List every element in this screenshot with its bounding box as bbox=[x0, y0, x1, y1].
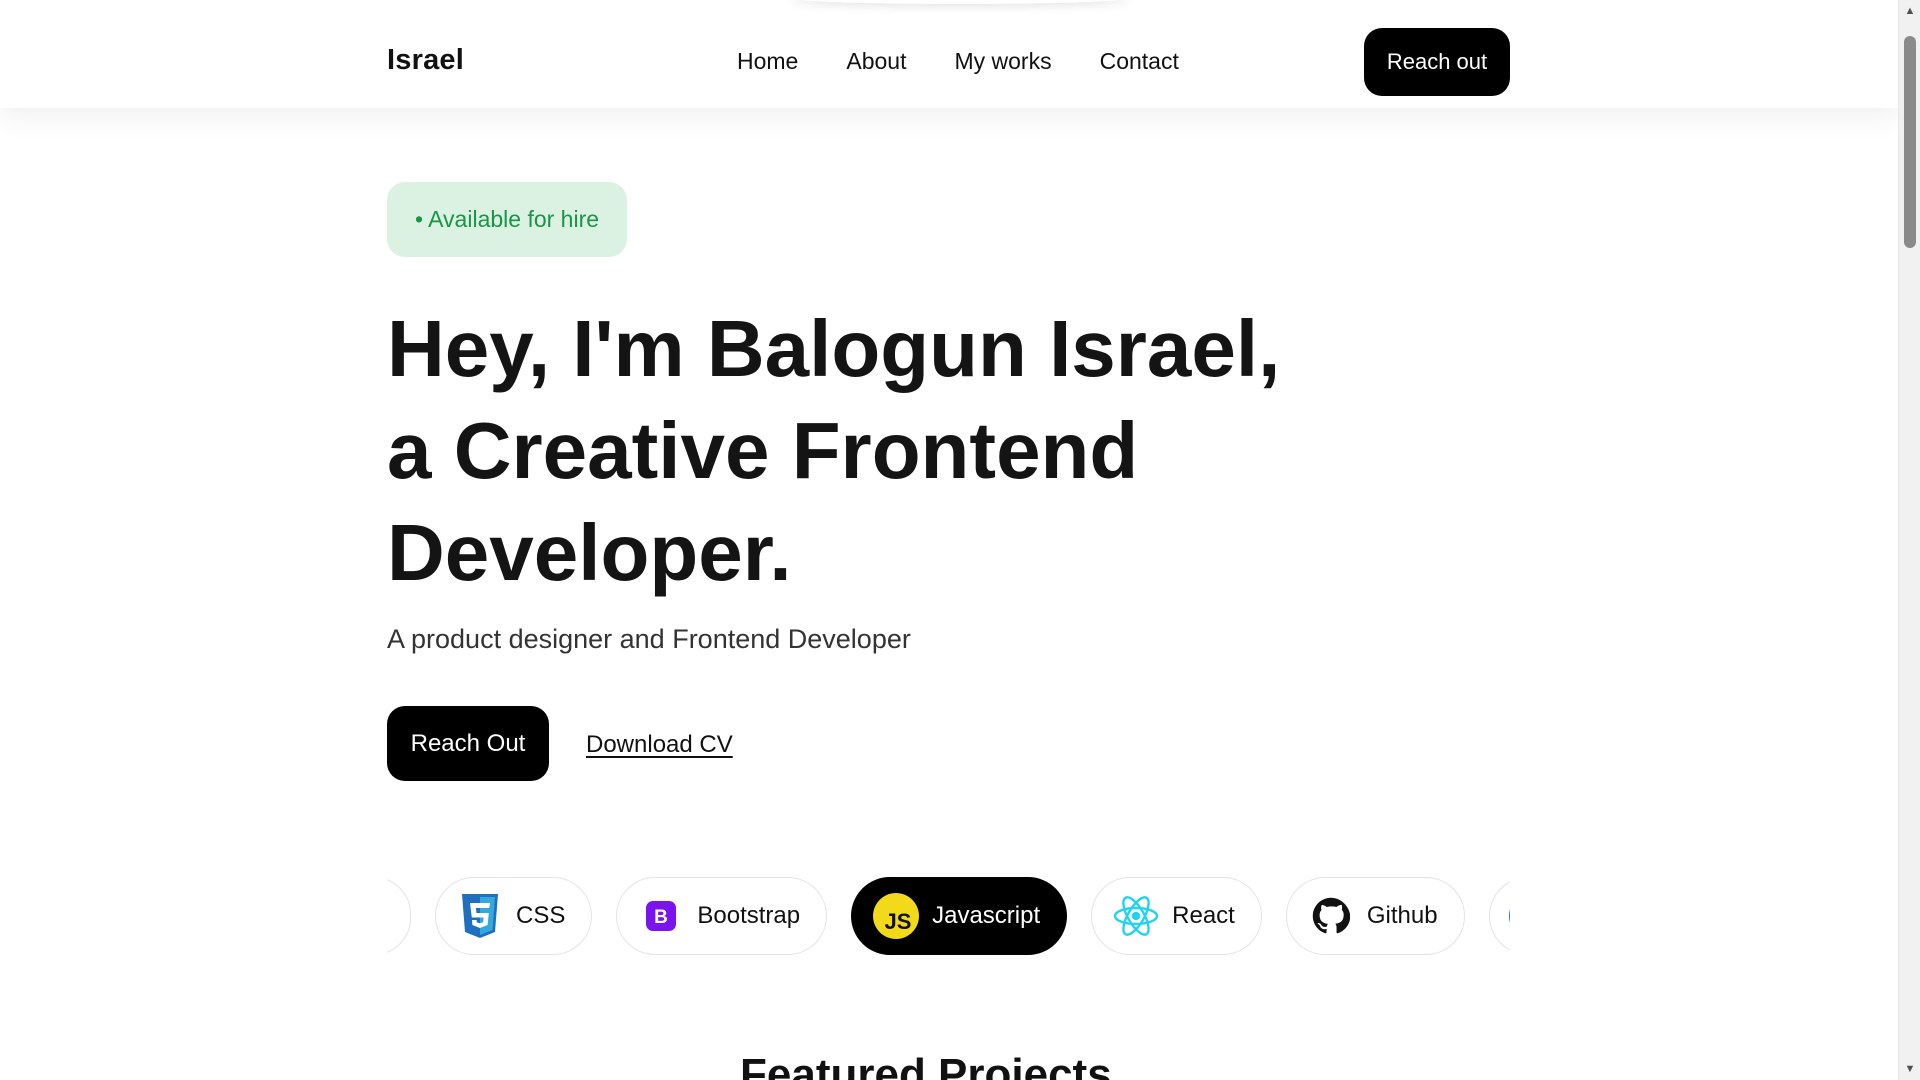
featured-projects-heading: Featured Projects bbox=[740, 1050, 1112, 1080]
hero-headline-line-3: Developer. bbox=[387, 508, 792, 597]
scroll-up-arrow-icon[interactable]: ▲ bbox=[1899, 2, 1920, 20]
download-cv-link[interactable]: Download CV bbox=[586, 731, 733, 759]
skill-pill-javascript[interactable]: JS Javascript bbox=[851, 877, 1068, 955]
availability-badge: • Available for hire bbox=[387, 182, 627, 257]
brand-logo-text[interactable]: Israel bbox=[387, 44, 464, 77]
header-shadow-decoration bbox=[790, 0, 1130, 4]
skill-label: Bootstrap bbox=[697, 902, 801, 929]
nav-link-contact[interactable]: Contact bbox=[1100, 48, 1179, 75]
skill-pill-html[interactable]: - bbox=[387, 877, 411, 955]
skill-label: React bbox=[1172, 902, 1235, 929]
svg-text:JS: JS bbox=[885, 909, 912, 934]
svg-text:B: B bbox=[654, 907, 668, 928]
nav-link-my-works[interactable]: My works bbox=[954, 48, 1051, 75]
hero-headline-line-2: a Creative Frontend bbox=[387, 406, 1139, 495]
javascript-icon: JS bbox=[872, 892, 920, 940]
skill-label: Github bbox=[1366, 902, 1438, 929]
skill-pill-css[interactable]: CSS bbox=[435, 877, 593, 955]
main-nav: Home About My works Contact bbox=[737, 48, 1179, 75]
top-navbar: Israel Home About My works Contact Reach… bbox=[0, 0, 1898, 108]
skill-pill-github[interactable]: Github bbox=[1285, 877, 1465, 955]
bootstrap-icon: B bbox=[637, 892, 685, 940]
skill-pill-typescript[interactable]: TS bbox=[1488, 877, 1510, 955]
css-icon bbox=[456, 892, 504, 940]
reach-out-button[interactable]: Reach Out bbox=[387, 706, 549, 781]
vertical-scrollbar[interactable]: ▲ ▼ bbox=[1898, 0, 1920, 1080]
hero-headline: Hey, I'm Balogun Israel, a Creative Fron… bbox=[387, 298, 1387, 604]
header-reach-out-button[interactable]: Reach out bbox=[1364, 28, 1510, 96]
skill-label: CSS bbox=[516, 902, 566, 929]
skill-pill-bootstrap[interactable]: B Bootstrap bbox=[616, 877, 828, 955]
scrollbar-thumb[interactable] bbox=[1904, 36, 1916, 248]
skills-track: - CSS B Bootstrap bbox=[387, 877, 1510, 955]
typescript-icon: TS bbox=[1508, 892, 1510, 940]
nav-link-about[interactable]: About bbox=[846, 48, 906, 75]
hero-headline-line-1: Hey, I'm Balogun Israel, bbox=[387, 304, 1281, 393]
nav-link-home[interactable]: Home bbox=[737, 48, 798, 75]
hero-subtitle: A product designer and Frontend Develope… bbox=[387, 624, 911, 654]
scroll-down-arrow-icon[interactable]: ▼ bbox=[1899, 1060, 1920, 1078]
skills-marquee: - CSS B Bootstrap bbox=[387, 877, 1510, 957]
react-icon bbox=[1112, 892, 1160, 940]
github-icon bbox=[1307, 892, 1355, 940]
skill-pill-react[interactable]: React bbox=[1091, 877, 1262, 955]
skill-label: Javascript bbox=[932, 902, 1041, 929]
